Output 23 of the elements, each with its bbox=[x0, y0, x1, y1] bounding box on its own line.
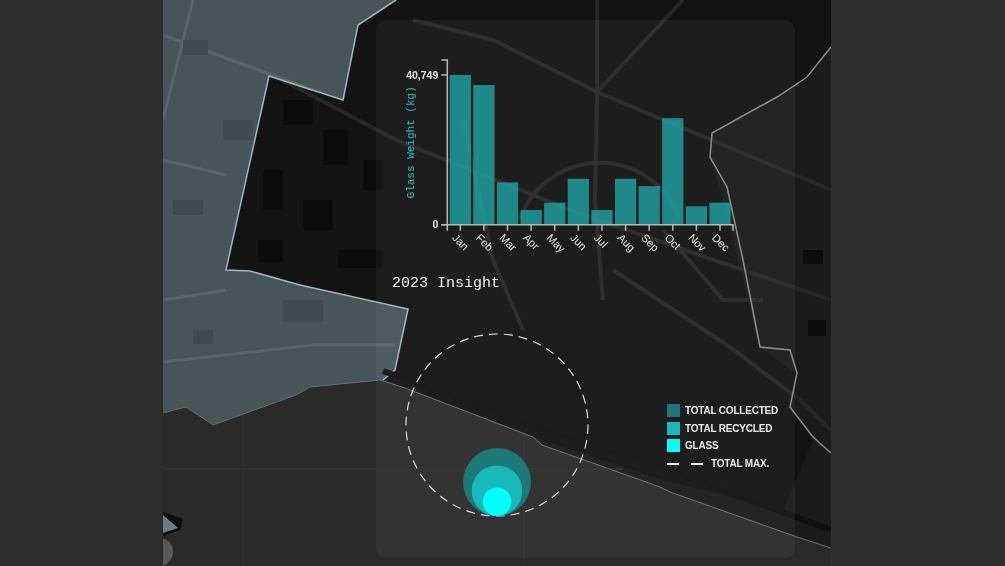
chart-bar bbox=[709, 202, 731, 225]
legend-label: TOTAL MAX. bbox=[711, 457, 769, 471]
chart-bar bbox=[638, 186, 660, 225]
month-label: Jul bbox=[591, 231, 611, 250]
axis-title: Glass Weight (kg) bbox=[405, 86, 417, 199]
legend-label: GLASS bbox=[685, 439, 719, 453]
month-label: May bbox=[544, 231, 568, 255]
month-label: Aug bbox=[615, 231, 638, 254]
legend-label: TOTAL COLLECTED bbox=[685, 404, 779, 418]
month-label: Apr bbox=[521, 231, 542, 252]
month-label: Sep bbox=[639, 231, 662, 254]
insight-title: 2023 Insight bbox=[392, 275, 501, 293]
axis-tick-label: 0 bbox=[432, 218, 439, 231]
month-label: Oct bbox=[662, 231, 684, 252]
month-label: Nov bbox=[686, 231, 709, 254]
legend-label: TOTAL RECYCLED bbox=[685, 421, 773, 435]
month-label: Jun bbox=[568, 231, 590, 253]
axis-tick-label: 40,749 bbox=[406, 68, 439, 81]
month-label: Feb bbox=[473, 231, 496, 254]
dashed-line-icon bbox=[667, 462, 703, 465]
month-label: Mar bbox=[497, 231, 520, 254]
month-label: Jan bbox=[450, 231, 472, 253]
month-label: Dec bbox=[709, 231, 733, 254]
